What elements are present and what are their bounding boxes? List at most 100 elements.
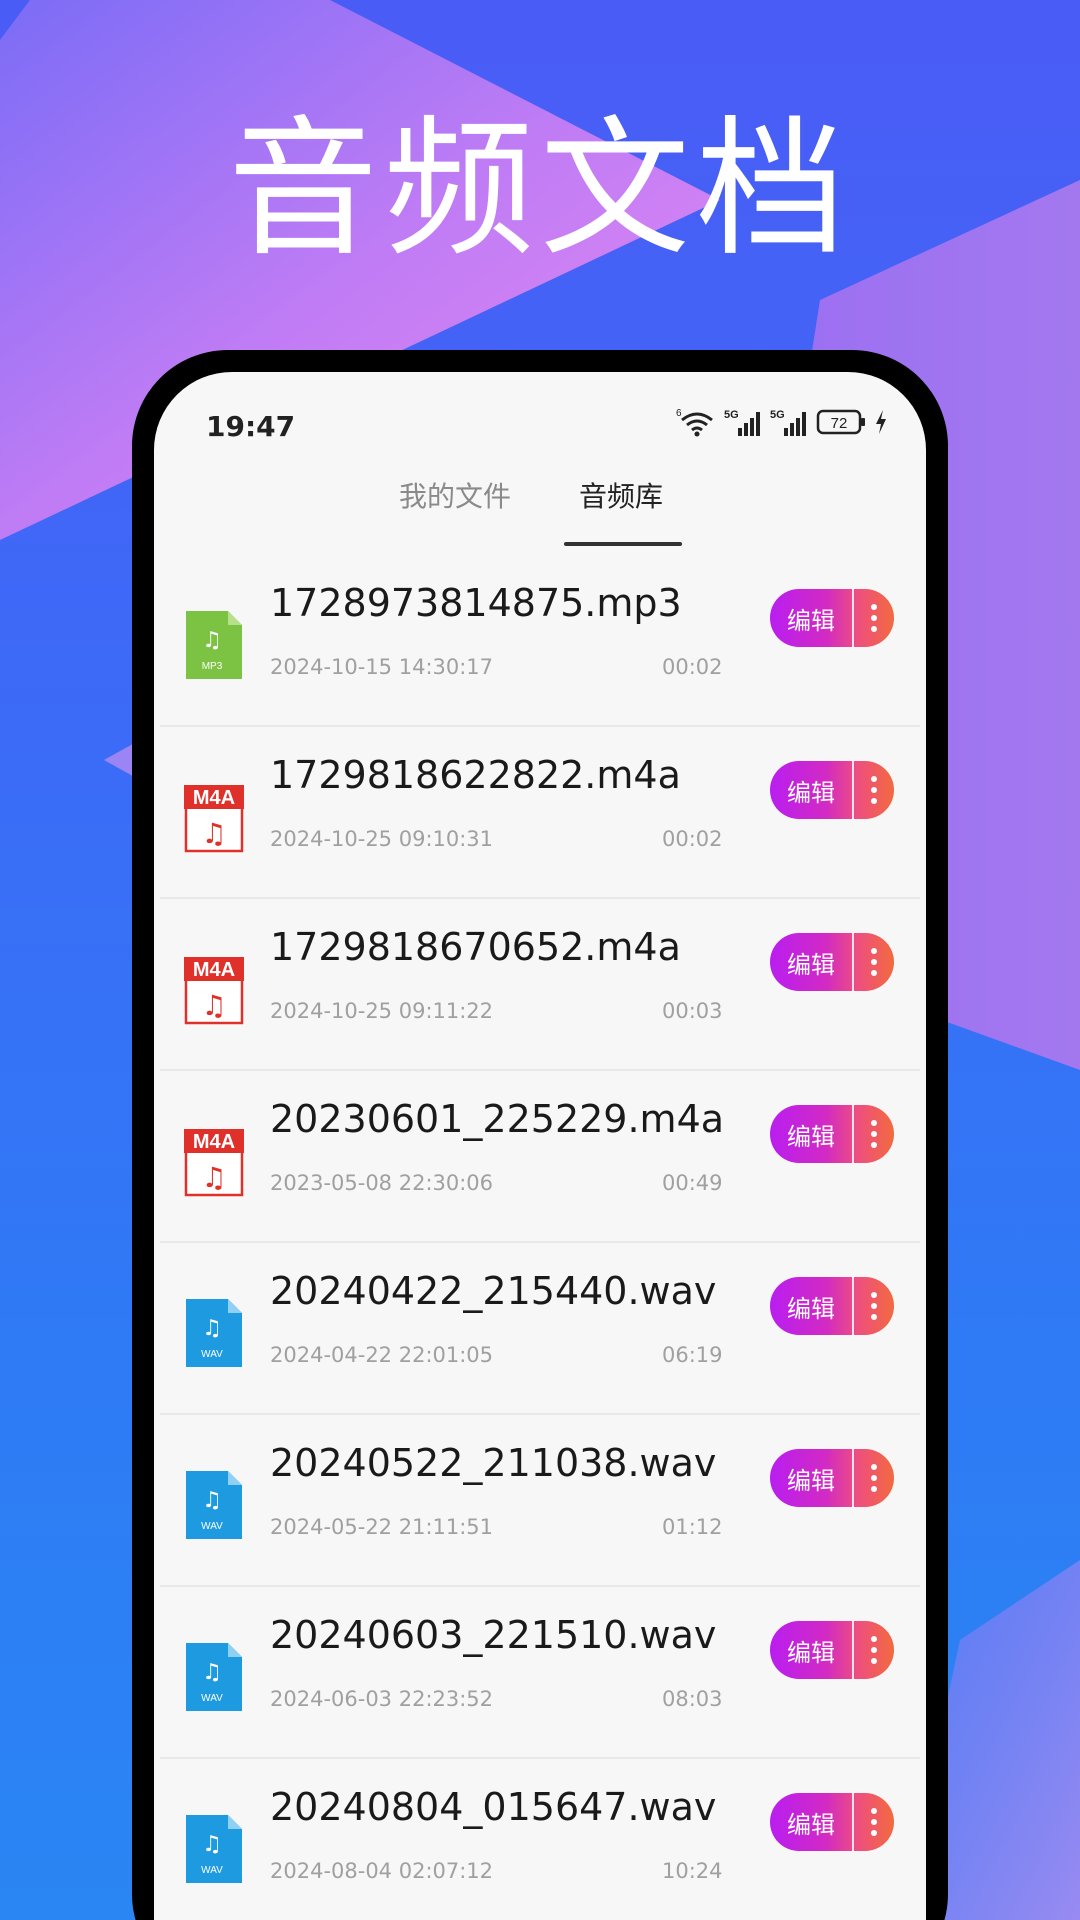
tab-bar: 我的文件 音频库 xyxy=(154,472,926,552)
m4a-file-icon: M4A ♫ xyxy=(184,957,244,1025)
file-duration: 00:03 xyxy=(662,999,723,1023)
file-name: 20240422_215440.wav xyxy=(270,1269,717,1313)
mp3-badge: MP3 xyxy=(202,661,223,672)
edit-button[interactable]: 编辑 xyxy=(770,1105,852,1163)
file-row[interactable]: ♫ WAV 20240522_211038.wav 2024-05-22 21:… xyxy=(160,1415,920,1587)
more-options-button[interactable] xyxy=(854,1793,894,1851)
more-vertical-icon xyxy=(871,776,877,804)
file-name: 1729818622822.m4a xyxy=(270,753,681,797)
wifi-icon: 6 xyxy=(676,408,713,437)
file-row[interactable]: ♫ MP3 1728973814875.mp3 2024-10-15 14:30… xyxy=(160,555,920,727)
edit-button[interactable]: 编辑 xyxy=(770,1793,852,1851)
file-duration: 00:02 xyxy=(662,827,723,851)
promo-canvas: 音频文档 19:47 6 5G 5G 72 我的文件 音频库 ♫ MP3 172… xyxy=(0,0,1080,1920)
file-actions: 编辑 xyxy=(770,1277,894,1335)
m4a-badge: M4A xyxy=(193,959,235,981)
status-time: 19:47 xyxy=(206,410,296,443)
phone-screen: 19:47 6 5G 5G 72 我的文件 音频库 ♫ MP3 17289738… xyxy=(154,372,926,1920)
more-options-button[interactable] xyxy=(854,1449,894,1507)
file-date: 2024-10-15 14:30:17 xyxy=(270,655,494,679)
signal-icon-2: 5G xyxy=(770,409,806,436)
edit-button[interactable]: 编辑 xyxy=(770,761,852,819)
file-name: 20240522_211038.wav xyxy=(270,1441,717,1485)
svg-text:♫: ♫ xyxy=(202,1832,222,1857)
more-vertical-icon xyxy=(871,1808,877,1836)
svg-text:♫: ♫ xyxy=(202,1660,222,1685)
file-date: 2024-08-04 02:07:12 xyxy=(270,1859,494,1883)
more-options-button[interactable] xyxy=(854,589,894,647)
wav-badge: WAV xyxy=(201,1865,223,1876)
svg-text:♫: ♫ xyxy=(202,628,222,653)
audio-file-list: ♫ MP3 1728973814875.mp3 2024-10-15 14:30… xyxy=(160,555,920,1920)
file-row[interactable]: ♫ WAV 20240804_015647.wav 2024-08-04 02:… xyxy=(160,1759,920,1920)
m4a-badge: M4A xyxy=(193,787,235,809)
wav-file-icon: ♫ WAV xyxy=(186,1299,242,1367)
more-options-button[interactable] xyxy=(854,761,894,819)
file-duration: 00:02 xyxy=(662,655,723,679)
svg-text:♫: ♫ xyxy=(201,1161,226,1194)
m4a-badge: M4A xyxy=(193,1131,235,1153)
file-date: 2024-06-03 22:23:52 xyxy=(270,1687,494,1711)
more-vertical-icon xyxy=(871,1292,877,1320)
pill-divider xyxy=(852,761,854,819)
edit-button[interactable]: 编辑 xyxy=(770,1449,852,1507)
file-name: 20240804_015647.wav xyxy=(270,1785,717,1829)
network-label-1: 5G xyxy=(724,409,739,421)
file-row[interactable]: ♫ WAV 20240603_221510.wav 2024-06-03 22:… xyxy=(160,1587,920,1759)
pill-divider xyxy=(852,1449,854,1507)
more-options-button[interactable] xyxy=(854,1621,894,1679)
more-options-button[interactable] xyxy=(854,1277,894,1335)
file-date: 2024-10-25 09:10:31 xyxy=(270,827,494,851)
network-label-2: 5G xyxy=(770,409,785,421)
wav-file-icon: ♫ WAV xyxy=(186,1471,242,1539)
mp3-file-icon: ♫ MP3 xyxy=(186,611,242,679)
wav-badge: WAV xyxy=(201,1349,223,1360)
edit-button[interactable]: 编辑 xyxy=(770,1277,852,1335)
more-options-button[interactable] xyxy=(854,1105,894,1163)
battery-icon: 72 xyxy=(816,409,865,435)
svg-text:♫: ♫ xyxy=(201,817,226,850)
file-actions: 编辑 xyxy=(770,1449,894,1507)
file-duration: 08:03 xyxy=(662,1687,723,1711)
pill-divider xyxy=(852,1277,854,1335)
promo-headline: 音频文档 xyxy=(227,103,852,277)
edit-button[interactable]: 编辑 xyxy=(770,933,852,991)
file-row[interactable]: ♫ WAV 20240422_215440.wav 2024-04-22 22:… xyxy=(160,1243,920,1415)
svg-text:♫: ♫ xyxy=(202,1488,222,1513)
file-row[interactable]: M4A ♫ 20230601_225229.m4a 2023-05-08 22:… xyxy=(160,1071,920,1243)
file-name: 20230601_225229.m4a xyxy=(270,1097,725,1141)
file-row[interactable]: M4A ♫ 1729818622822.m4a 2024-10-25 09:10… xyxy=(160,727,920,899)
status-icons: 6 5G 5G 72 xyxy=(676,406,888,438)
phone-frame: 19:47 6 5G 5G 72 我的文件 音频库 ♫ MP3 17289738… xyxy=(132,350,948,1920)
file-duration: 10:24 xyxy=(662,1859,723,1883)
wav-file-icon: ♫ WAV xyxy=(186,1643,242,1711)
battery-level: 72 xyxy=(831,415,848,432)
more-vertical-icon xyxy=(871,604,877,632)
file-date: 2024-05-22 21:11:51 xyxy=(270,1515,494,1539)
tab-audio-library[interactable]: 音频库 xyxy=(579,472,663,522)
file-date: 2024-04-22 22:01:05 xyxy=(270,1343,494,1367)
m4a-file-icon: M4A ♫ xyxy=(184,1129,244,1197)
pill-divider xyxy=(852,1105,854,1163)
file-actions: 编辑 xyxy=(770,589,894,647)
file-actions: 编辑 xyxy=(770,761,894,819)
pill-divider xyxy=(852,1621,854,1679)
file-actions: 编辑 xyxy=(770,1621,894,1679)
more-vertical-icon xyxy=(871,1636,877,1664)
more-vertical-icon xyxy=(871,1120,877,1148)
pill-divider xyxy=(852,1793,854,1851)
more-options-button[interactable] xyxy=(854,933,894,991)
svg-text:♫: ♫ xyxy=(202,1316,222,1341)
file-name: 1729818670652.m4a xyxy=(270,925,681,969)
edit-button[interactable]: 编辑 xyxy=(770,1621,852,1679)
signal-icon-1: 5G xyxy=(724,409,760,436)
tab-indicator xyxy=(564,542,682,546)
file-row[interactable]: M4A ♫ 1729818670652.m4a 2024-10-25 09:11… xyxy=(160,899,920,1071)
edit-button[interactable]: 编辑 xyxy=(770,589,852,647)
pill-divider xyxy=(852,933,854,991)
pill-divider xyxy=(852,589,854,647)
file-actions: 编辑 xyxy=(770,1105,894,1163)
tab-my-files[interactable]: 我的文件 xyxy=(399,472,511,522)
file-actions: 编辑 xyxy=(770,1793,894,1851)
file-name: 1728973814875.mp3 xyxy=(270,581,682,625)
